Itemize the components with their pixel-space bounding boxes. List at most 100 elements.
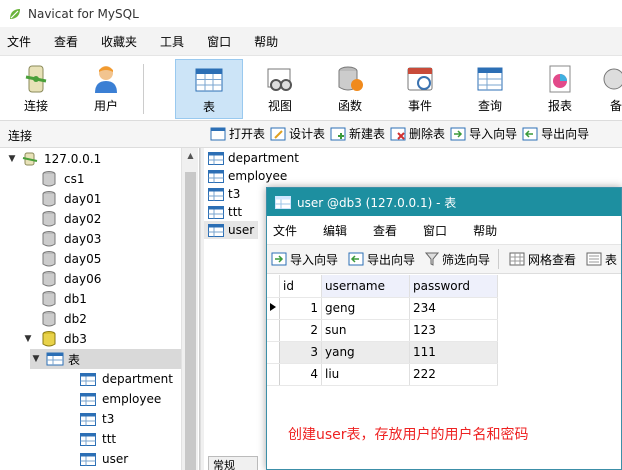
win-filter-button[interactable]: 筛选向导 — [425, 251, 490, 268]
win-grid-view-button[interactable]: 网格查看 — [509, 251, 576, 268]
tree-db-day02[interactable]: day02 — [42, 209, 101, 229]
tree-table-t3[interactable]: t3 — [80, 409, 114, 429]
window-title: user @db3 (127.0.0.1) - 表 — [297, 195, 457, 210]
table-row[interactable]: 1 geng 234 — [267, 297, 498, 320]
open-table-button[interactable]: 打开表 — [210, 125, 265, 142]
export-wizard-button[interactable]: 导出向导 — [522, 125, 589, 142]
win-menu-file[interactable]: 文件 — [273, 222, 297, 239]
query-icon — [477, 67, 503, 91]
backup-icon — [603, 68, 622, 90]
backup-button[interactable]: 备 — [596, 59, 622, 119]
tab-general[interactable]: 常规 — [208, 456, 258, 470]
event-button[interactable]: 事件 — [386, 59, 454, 119]
win-export-button[interactable]: 导出向导 — [348, 251, 415, 268]
column-header-id[interactable]: id — [279, 275, 322, 298]
win-menu-edit[interactable]: 编辑 — [323, 222, 347, 239]
new-table-button[interactable]: 新建表 — [330, 125, 385, 142]
grid-header-row: id username password — [267, 275, 498, 298]
tree-db-day06[interactable]: day06 — [42, 269, 101, 289]
cell-password[interactable]: 234 — [409, 297, 498, 320]
column-header-password[interactable]: password — [409, 275, 498, 298]
tree-db-day03[interactable]: day03 — [42, 229, 101, 249]
tree-db-cs1[interactable]: cs1 — [42, 169, 84, 189]
cell-password[interactable]: 123 — [409, 319, 498, 342]
cell-id[interactable]: 1 — [279, 297, 322, 320]
view-button[interactable]: 视图 — [246, 59, 314, 119]
design-table-button[interactable]: 设计表 — [270, 125, 325, 142]
menu-favorites[interactable]: 收藏夹 — [101, 33, 137, 50]
column-header-username[interactable]: username — [321, 275, 410, 298]
user-button[interactable]: 用户 — [72, 59, 140, 119]
current-row-indicator — [267, 297, 280, 320]
function-button[interactable]: 函数 — [316, 59, 384, 119]
tree-table-department[interactable]: department — [80, 369, 173, 389]
report-button[interactable]: 报表 — [526, 59, 594, 119]
menu-help[interactable]: 帮助 — [254, 33, 278, 50]
menu-view[interactable]: 查看 — [54, 33, 78, 50]
table-button[interactable]: 表 — [175, 59, 243, 119]
cell-id[interactable]: 3 — [279, 341, 322, 364]
tree-db-day05[interactable]: day05 — [42, 249, 101, 269]
cell-username[interactable]: yang — [321, 341, 410, 364]
connection-button[interactable]: 连接 — [2, 59, 70, 119]
title-bar: Navicat for MySQL — [0, 0, 622, 27]
win-import-button[interactable]: 导入向导 — [271, 251, 338, 268]
cell-password[interactable]: 111 — [409, 341, 498, 364]
toolbar-separator — [498, 249, 499, 269]
table-row[interactable]: 4 liu 222 — [267, 363, 498, 386]
window-title-bar[interactable]: user @db3 (127.0.0.1) - 表 — [267, 188, 621, 216]
chevron-down-icon[interactable]: ▼ — [30, 354, 42, 364]
win-form-view-button[interactable]: 表 — [586, 251, 617, 268]
scroll-up-icon[interactable]: ▲ — [182, 148, 199, 164]
chevron-down-icon[interactable]: ▼ — [6, 154, 18, 164]
object-department[interactable]: department — [204, 149, 299, 167]
database-icon — [42, 211, 56, 227]
cell-password[interactable]: 222 — [409, 363, 498, 386]
object-ttt[interactable]: ttt — [204, 203, 242, 221]
event-icon — [407, 67, 433, 91]
function-icon — [338, 66, 363, 91]
delete-table-button[interactable]: 删除表 — [390, 125, 445, 142]
server-connection-icon — [22, 152, 38, 166]
tree-db-day01[interactable]: day01 — [42, 189, 101, 209]
tree-folder-tables[interactable]: ▼ 表 — [30, 349, 181, 369]
win-menu-help[interactable]: 帮助 — [473, 222, 497, 239]
object-user[interactable]: user — [204, 221, 259, 239]
table-open-icon — [210, 127, 226, 140]
object-t3[interactable]: t3 — [204, 185, 240, 203]
database-open-icon — [42, 331, 56, 347]
tree-server[interactable]: ▼ 127.0.0.1 — [6, 149, 102, 169]
menu-file[interactable]: 文件 — [7, 33, 31, 50]
table-folder-icon — [46, 352, 64, 366]
menu-tools[interactable]: 工具 — [160, 33, 184, 50]
tree-db-db3[interactable]: ▼ db3 — [22, 329, 87, 349]
object-employee[interactable]: employee — [204, 167, 287, 185]
chevron-down-icon[interactable]: ▼ — [22, 334, 34, 344]
table-icon — [208, 187, 224, 201]
cell-id[interactable]: 2 — [279, 319, 322, 342]
filter-icon — [425, 252, 440, 266]
cell-id[interactable]: 4 — [279, 363, 322, 386]
export-icon — [522, 127, 538, 140]
object-actions: 打开表 设计表 新建表 删除表 导入向导 导出向导 — [210, 125, 594, 142]
scrollbar-thumb[interactable] — [185, 172, 196, 470]
tree-db-db1[interactable]: db1 — [42, 289, 87, 309]
tree-scrollbar[interactable]: ▲ — [181, 148, 198, 470]
cell-username[interactable]: geng — [321, 297, 410, 320]
menu-window[interactable]: 窗口 — [207, 33, 231, 50]
cell-username[interactable]: sun — [321, 319, 410, 342]
table-row[interactable]: 2 sun 123 — [267, 319, 498, 342]
tree-table-ttt[interactable]: ttt — [80, 429, 116, 449]
form-view-icon — [586, 252, 602, 266]
query-button[interactable]: 查询 — [456, 59, 524, 119]
cell-username[interactable]: liu — [321, 363, 410, 386]
annotation-text: 创建user表，存放用户的用户名和密码 — [288, 427, 529, 443]
object-toolbar: 连接 打开表 设计表 新建表 删除表 导入向导 导出向导 — [0, 121, 622, 148]
tree-table-employee[interactable]: employee — [80, 389, 161, 409]
import-wizard-button[interactable]: 导入向导 — [450, 125, 517, 142]
tree-table-user[interactable]: user — [80, 449, 128, 469]
tree-db-db2[interactable]: db2 — [42, 309, 87, 329]
win-menu-window[interactable]: 窗口 — [423, 222, 447, 239]
table-row[interactable]: 3 yang 111 — [267, 341, 498, 364]
win-menu-view[interactable]: 查看 — [373, 222, 397, 239]
